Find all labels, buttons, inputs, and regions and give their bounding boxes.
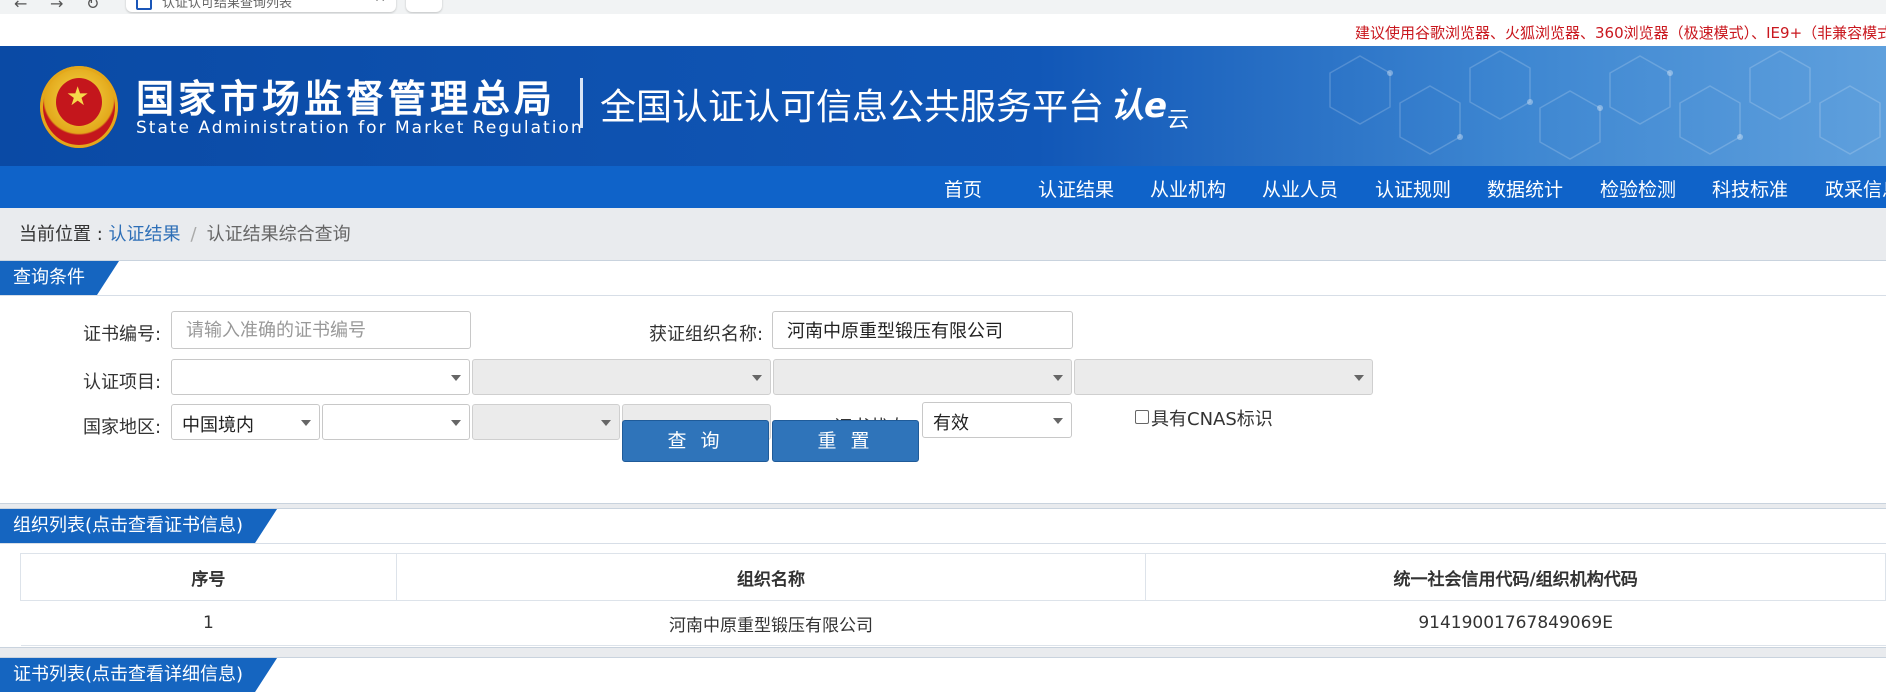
chevron-down-icon	[1053, 375, 1063, 381]
tab-title: 认证认可结果查询列表	[162, 0, 293, 11]
reset-button[interactable]: 重 置	[772, 420, 919, 462]
chevron-down-icon	[1354, 375, 1364, 381]
hexagon-pattern-decoration	[1329, 50, 1881, 160]
renyun-logo: 认e云	[1110, 86, 1190, 133]
national-emblem-icon: ★	[40, 66, 118, 148]
nav-item-cert-rules[interactable]: 认证规则	[1375, 175, 1451, 202]
column-header-index: 序号	[20, 553, 397, 601]
nav-item-statistics[interactable]: 数据统计	[1487, 175, 1563, 202]
header-divider	[580, 78, 583, 128]
cert-project-select-4[interactable]	[1074, 359, 1373, 395]
checkbox-box[interactable]	[1135, 410, 1149, 424]
cert-list-title: 证书列表(点击查看详细信息)	[0, 658, 277, 692]
notice-bar: 建议使用谷歌浏览器、火狐浏览器、360浏览器（极速模式）、IE9+（非兼容模式）	[0, 14, 1886, 46]
nav-item-standards[interactable]: 科技标准	[1712, 175, 1788, 202]
reload-icon[interactable]: ↻	[86, 0, 99, 13]
cert-no-input[interactable]	[171, 311, 471, 349]
nav-item-cert-results[interactable]: 认证结果	[1038, 175, 1114, 202]
cnas-checkbox[interactable]: 具有CNAS标识	[1135, 405, 1273, 431]
browser-toolbar: ← → ↻ 认证认可结果查询列表 ✕	[0, 0, 1886, 14]
table-row[interactable]: 1 河南中原重型锻压有限公司 91419001767849069E	[20, 600, 1886, 646]
search-icon[interactable]	[406, 0, 442, 12]
search-button[interactable]: 查 询	[622, 420, 769, 462]
browser-tab[interactable]: 认证认可结果查询列表 ✕	[126, 0, 396, 12]
row-index: 1	[20, 600, 397, 646]
chevron-down-icon	[301, 420, 311, 426]
platform-title: 全国认证认可信息公共服务平台	[600, 87, 1105, 128]
nav-item-home[interactable]: 首页	[944, 175, 982, 202]
org-list-panel: 组织列表(点击查看证书信息) 序号 组织名称 统一社会信用代码/组织机构代码 1…	[0, 508, 1886, 648]
forward-arrow-icon[interactable]: →	[50, 0, 63, 13]
breadcrumb-prefix: 当前位置 :	[19, 224, 109, 245]
row-credit-code: 91419001767849069E	[1145, 600, 1886, 646]
breadcrumb-link-cert-results[interactable]: 认证结果	[109, 224, 181, 245]
breadcrumb: 当前位置 : 认证结果 / 认证结果综合查询	[19, 220, 351, 246]
region-select-3[interactable]	[472, 404, 620, 440]
row-org-name[interactable]: 河南中原重型锻压有限公司	[396, 600, 1146, 646]
tab-favicon-icon	[136, 0, 152, 10]
query-panel-title: 查询条件	[0, 261, 119, 295]
browser-notice: 建议使用谷歌浏览器、火狐浏览器、360浏览器（极速模式）、IE9+（非兼容模式）	[1355, 24, 1886, 42]
column-header-credit-code: 统一社会信用代码/组织机构代码	[1145, 553, 1886, 601]
breadcrumb-current: 认证结果综合查询	[206, 224, 351, 245]
chevron-down-icon	[601, 420, 611, 426]
org-list-title: 组织列表(点击查看证书信息)	[0, 509, 277, 543]
back-arrow-icon[interactable]: ←	[14, 0, 27, 13]
breadcrumb-bar: 当前位置 : 认证结果 / 认证结果综合查询	[0, 208, 1886, 252]
region-select-2[interactable]	[322, 404, 470, 440]
cnas-checkbox-label: 具有CNAS标识	[1151, 409, 1273, 430]
close-icon[interactable]: ✕	[374, 0, 386, 6]
org-name-input[interactable]	[772, 311, 1073, 349]
chevron-down-icon	[1053, 418, 1063, 424]
cert-list-panel: 证书列表(点击查看详细信息)	[0, 657, 1886, 698]
nav-item-procurement[interactable]: 政采信息	[1825, 175, 1886, 202]
agency-name-cn: 国家市场监督管理总局	[136, 77, 557, 121]
table-header-row: 序号 组织名称 统一社会信用代码/组织机构代码	[20, 553, 1886, 601]
cert-status-select[interactable]: 有效	[922, 402, 1072, 438]
cert-project-select-1[interactable]	[171, 359, 470, 395]
chevron-down-icon	[451, 375, 461, 381]
org-name-label: 获证组织名称:	[649, 324, 764, 345]
nav-item-personnel[interactable]: 从业人员	[1262, 175, 1338, 202]
column-header-org-name: 组织名称	[395, 553, 1147, 601]
main-nav: 首页 认证结果 从业机构 从业人员 认证规则 数据统计 检验检测 科技标准 政采…	[0, 166, 1886, 208]
query-panel: 查询条件 证书编号: 获证组织名称: 认证项目: 国家地区: 中国境内 证书状态…	[0, 260, 1886, 504]
cert-project-select-3[interactable]	[773, 359, 1072, 395]
cert-no-label: 证书编号:	[83, 324, 162, 345]
region-label: 国家地区:	[83, 417, 162, 438]
org-table: 序号 组织名称 统一社会信用代码/组织机构代码 1 河南中原重型锻压有限公司 9…	[20, 553, 1886, 646]
site-banner: ★ 国家市场监督管理总局 State Administration for Ma…	[0, 46, 1886, 166]
cert-project-select-2[interactable]	[472, 359, 771, 395]
nav-item-institutions[interactable]: 从业机构	[1150, 175, 1226, 202]
nav-item-inspection[interactable]: 检验检测	[1600, 175, 1676, 202]
cert-project-label: 认证项目:	[83, 372, 162, 393]
region-select-1[interactable]: 中国境内	[171, 404, 320, 440]
chevron-down-icon	[451, 420, 461, 426]
agency-name-en: State Administration for Market Regulati…	[136, 118, 584, 138]
breadcrumb-separator: /	[190, 224, 197, 245]
chevron-down-icon	[752, 375, 762, 381]
